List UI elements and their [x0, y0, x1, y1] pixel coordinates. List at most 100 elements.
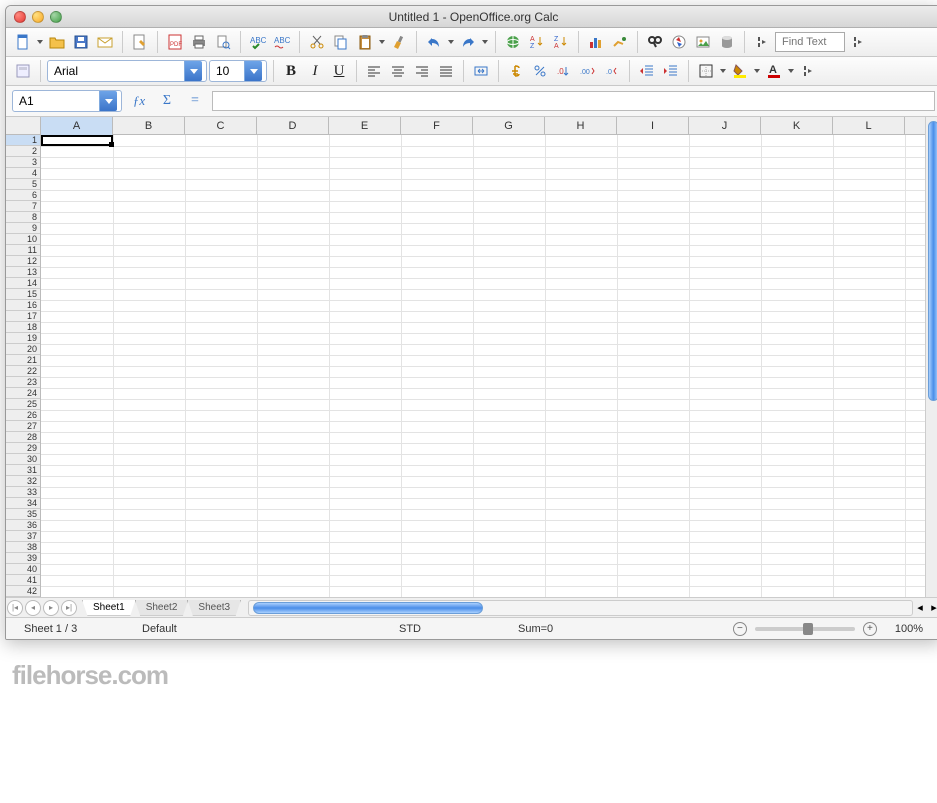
function-wizard-icon[interactable]: ƒx	[128, 90, 150, 112]
styles-icon[interactable]	[12, 60, 34, 82]
row-header[interactable]: 28	[6, 432, 40, 443]
row-header[interactable]: 3	[6, 157, 40, 168]
undo-icon[interactable]	[423, 31, 445, 53]
row-header[interactable]: 42	[6, 586, 40, 597]
column-header[interactable]: E	[329, 117, 401, 135]
horizontal-scrollbar[interactable]	[248, 600, 913, 616]
font-name-input[interactable]	[48, 64, 184, 78]
zoom-slider-knob[interactable]	[803, 623, 813, 635]
print-preview-icon[interactable]	[212, 31, 234, 53]
column-header[interactable]: A	[41, 117, 113, 135]
zoom-slider[interactable]	[755, 627, 855, 631]
row-header[interactable]: 33	[6, 487, 40, 498]
font-size-dropdown-icon[interactable]	[244, 61, 262, 81]
row-header[interactable]: 32	[6, 476, 40, 487]
row-header[interactable]: 31	[6, 465, 40, 476]
active-cell-cursor[interactable]	[41, 135, 113, 146]
column-header[interactable]: B	[113, 117, 185, 135]
tab-nav-prev-icon[interactable]: ◂	[25, 600, 41, 616]
open-icon[interactable]	[46, 31, 68, 53]
row-header[interactable]: 25	[6, 399, 40, 410]
bold-button[interactable]: B	[280, 60, 302, 82]
sum-icon[interactable]: Σ	[156, 90, 178, 112]
edit-document-icon[interactable]	[129, 31, 151, 53]
add-decimal-icon[interactable]: .00	[577, 60, 599, 82]
merge-cells-icon[interactable]	[470, 60, 492, 82]
status-insert-mode[interactable]: STD	[320, 623, 500, 635]
row-header[interactable]: 18	[6, 322, 40, 333]
paste-dropdown-icon[interactable]	[378, 40, 386, 44]
font-color-icon[interactable]: A	[763, 60, 785, 82]
undo-dropdown-icon[interactable]	[447, 40, 455, 44]
align-justify-icon[interactable]	[435, 60, 457, 82]
data-sources-icon[interactable]	[716, 31, 738, 53]
tab-nav-first-icon[interactable]: |◂	[7, 600, 23, 616]
redo-icon[interactable]	[457, 31, 479, 53]
format-paintbrush-icon[interactable]	[388, 31, 410, 53]
column-header[interactable]: H	[545, 117, 617, 135]
formula-input[interactable]	[212, 91, 935, 111]
gallery-icon[interactable]	[692, 31, 714, 53]
column-header[interactable]: L	[833, 117, 905, 135]
row-header[interactable]: 34	[6, 498, 40, 509]
row-header[interactable]: 4	[6, 168, 40, 179]
sort-asc-icon[interactable]: AZ	[526, 31, 548, 53]
row-header[interactable]: 26	[6, 410, 40, 421]
mail-icon[interactable]	[94, 31, 116, 53]
find-text-input[interactable]	[775, 32, 845, 52]
sort-desc-icon[interactable]: ZA	[550, 31, 572, 53]
align-center-icon[interactable]	[387, 60, 409, 82]
font-name-dropdown-icon[interactable]	[184, 61, 202, 81]
column-header[interactable]: K	[761, 117, 833, 135]
row-header[interactable]: 15	[6, 289, 40, 300]
print-icon[interactable]	[188, 31, 210, 53]
cell-reference-input[interactable]	[13, 94, 99, 108]
row-header[interactable]: 11	[6, 245, 40, 256]
bg-color-dropdown-icon[interactable]	[753, 69, 761, 73]
column-header[interactable]: G	[473, 117, 545, 135]
row-header[interactable]: 12	[6, 256, 40, 267]
paste-icon[interactable]	[354, 31, 376, 53]
row-header[interactable]: 35	[6, 509, 40, 520]
row-header[interactable]: 7	[6, 201, 40, 212]
row-header[interactable]: 8	[6, 212, 40, 223]
row-header[interactable]: 36	[6, 520, 40, 531]
insert-chart-icon[interactable]	[585, 31, 607, 53]
row-header[interactable]: 6	[6, 190, 40, 201]
new-dropdown-icon[interactable]	[36, 40, 44, 44]
delete-decimal-icon[interactable]: .0	[601, 60, 623, 82]
row-header[interactable]: 22	[6, 366, 40, 377]
row-header[interactable]: 9	[6, 223, 40, 234]
row-header[interactable]: 39	[6, 553, 40, 564]
hyperlink-icon[interactable]	[502, 31, 524, 53]
copy-icon[interactable]	[330, 31, 352, 53]
row-header[interactable]: 41	[6, 575, 40, 586]
font-size-combo[interactable]	[209, 60, 267, 82]
row-header[interactable]: 10	[6, 234, 40, 245]
show-draw-icon[interactable]	[609, 31, 631, 53]
cut-icon[interactable]	[306, 31, 328, 53]
align-right-icon[interactable]	[411, 60, 433, 82]
increase-indent-icon[interactable]	[660, 60, 682, 82]
font-name-combo[interactable]	[47, 60, 207, 82]
sheet-tab[interactable]: Sheet3	[187, 600, 241, 616]
cells-area[interactable]	[41, 135, 925, 597]
tab-nav-next-icon[interactable]: ▸	[43, 600, 59, 616]
column-header[interactable]: I	[617, 117, 689, 135]
horizontal-scroll-thumb[interactable]	[253, 602, 483, 614]
column-header[interactable]: D	[257, 117, 329, 135]
row-header[interactable]: 19	[6, 333, 40, 344]
row-header[interactable]: 5	[6, 179, 40, 190]
column-header[interactable]: C	[185, 117, 257, 135]
select-all-corner[interactable]	[6, 117, 41, 135]
minimize-button[interactable]	[32, 11, 44, 23]
status-page-style[interactable]: Default	[132, 623, 312, 635]
titlebar[interactable]: Untitled 1 - OpenOffice.org Calc	[6, 6, 937, 28]
align-left-icon[interactable]	[363, 60, 385, 82]
row-header[interactable]: 2	[6, 146, 40, 157]
borders-dropdown-icon[interactable]	[719, 69, 727, 73]
zoom-level[interactable]: 100%	[885, 623, 933, 635]
background-color-icon[interactable]	[729, 60, 751, 82]
zoom-in-button[interactable]: +	[863, 622, 877, 636]
pdf-export-icon[interactable]: PDF	[164, 31, 186, 53]
